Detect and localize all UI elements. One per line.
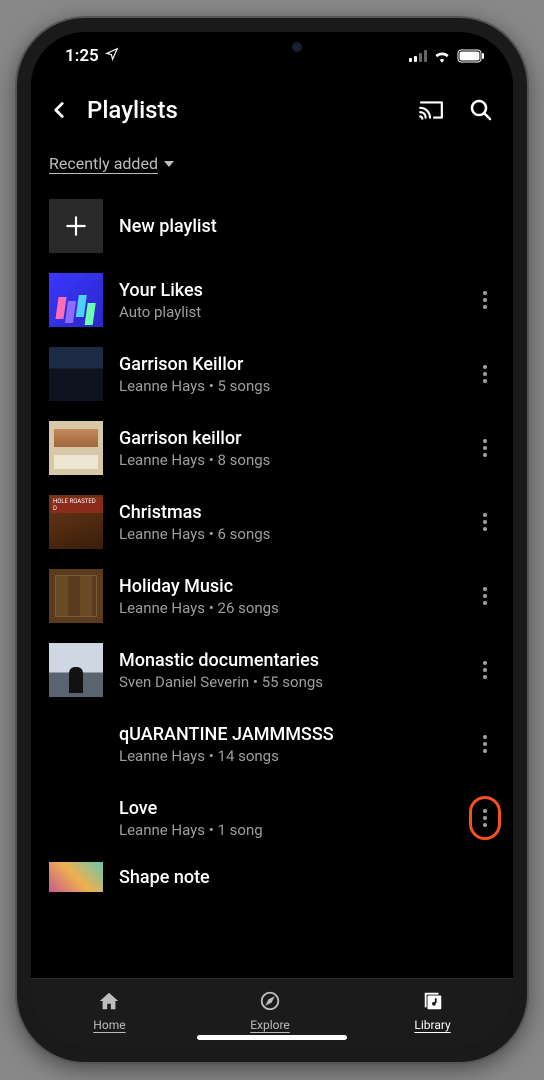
sort-label: Recently added <box>49 154 158 173</box>
nav-explore[interactable]: Explore <box>250 990 290 1032</box>
playlist-subtitle: Leanne Hays • 14 songs <box>119 747 453 765</box>
status-left: 1:25 <box>65 46 119 66</box>
nav-home[interactable]: Home <box>93 990 125 1032</box>
playlist-row[interactable]: Garrison keillor Leanne Hays • 8 songs <box>31 411 513 485</box>
app-header: Playlists <box>31 80 513 140</box>
more-options-button[interactable] <box>469 426 501 470</box>
playlist-subtitle: Leanne Hays • 8 songs <box>119 451 453 469</box>
notch <box>167 32 377 62</box>
new-playlist-row[interactable]: New playlist <box>31 189 513 263</box>
playlist-row[interactable]: qUARANTINE JAMMMSSS Leanne Hays • 14 son… <box>31 707 513 781</box>
back-button[interactable] <box>41 92 77 128</box>
cast-button[interactable] <box>417 96 445 124</box>
playlist-subtitle: Leanne Hays • 6 songs <box>119 525 453 543</box>
playlist-title: Monastic documentaries <box>119 650 453 671</box>
playlist-list[interactable]: New playlist Your Likes Auto playlist Ga… <box>31 181 513 978</box>
playlist-thumbnail <box>49 717 103 771</box>
more-options-button[interactable] <box>469 796 501 840</box>
page-title: Playlists <box>87 96 407 124</box>
nav-library-label: Library <box>414 1018 450 1032</box>
search-button[interactable] <box>467 96 495 124</box>
more-options-button[interactable] <box>469 574 501 618</box>
library-icon <box>422 990 444 1015</box>
playlist-thumbnail <box>49 495 103 549</box>
playlist-row[interactable]: Shape note <box>31 855 513 895</box>
playlist-row[interactable]: Garrison Keillor Leanne Hays • 5 songs <box>31 337 513 411</box>
playlist-thumbnail <box>49 643 103 697</box>
playlist-title: Christmas <box>119 502 453 523</box>
sort-dropdown[interactable]: Recently added <box>49 154 174 173</box>
more-options-button[interactable] <box>469 352 501 396</box>
playlist-thumbnail <box>49 421 103 475</box>
playlist-row[interactable]: Christmas Leanne Hays • 6 songs <box>31 485 513 559</box>
playlist-row[interactable]: Your Likes Auto playlist <box>31 263 513 337</box>
playlist-title: Garrison Keillor <box>119 354 453 375</box>
tutorial-highlight <box>469 796 501 840</box>
playlist-thumbnail <box>49 791 103 845</box>
playlist-row[interactable]: Monastic documentaries Sven Daniel Sever… <box>31 633 513 707</box>
playlist-thumbnail <box>49 569 103 623</box>
wifi-icon <box>433 49 451 63</box>
chevron-down-icon <box>164 154 174 173</box>
more-options-button[interactable] <box>469 648 501 692</box>
new-playlist-label: New playlist <box>119 216 501 237</box>
plus-icon <box>49 199 103 253</box>
screen: 1:25 Playlists <box>31 32 513 1048</box>
playlist-title: Shape note <box>119 867 501 888</box>
status-right <box>409 49 485 63</box>
home-icon <box>98 990 120 1015</box>
location-icon <box>105 46 119 66</box>
cellular-signal-icon <box>409 50 427 62</box>
playlist-thumbnail <box>49 273 103 327</box>
playlist-row[interactable]: Love Leanne Hays • 1 song <box>31 781 513 855</box>
playlist-subtitle: Leanne Hays • 26 songs <box>119 599 453 617</box>
home-indicator[interactable] <box>197 1035 347 1040</box>
playlist-title: Holiday Music <box>119 576 453 597</box>
playlist-title: Love <box>119 798 453 819</box>
playlist-subtitle: Leanne Hays • 1 song <box>119 821 453 839</box>
sort-row: Recently added <box>31 140 513 181</box>
status-time: 1:25 <box>65 46 99 66</box>
playlist-subtitle: Auto playlist <box>119 303 453 321</box>
playlist-row[interactable]: Holiday Music Leanne Hays • 26 songs <box>31 559 513 633</box>
battery-icon <box>457 49 485 63</box>
phone-frame: 1:25 Playlists <box>17 18 527 1062</box>
playlist-thumbnail <box>49 347 103 401</box>
playlist-thumbnail <box>49 862 103 892</box>
more-options-button[interactable] <box>469 500 501 544</box>
nav-library[interactable]: Library <box>414 990 450 1032</box>
compass-icon <box>259 990 281 1015</box>
nav-home-label: Home <box>93 1018 125 1032</box>
nav-explore-label: Explore <box>250 1018 290 1032</box>
playlist-title: qUARANTINE JAMMMSSS <box>119 724 453 745</box>
more-options-button[interactable] <box>469 278 501 322</box>
playlist-subtitle: Leanne Hays • 5 songs <box>119 377 453 395</box>
header-actions <box>417 96 495 124</box>
playlist-title: Garrison keillor <box>119 428 453 449</box>
playlist-title: Your Likes <box>119 280 453 301</box>
playlist-subtitle: Sven Daniel Severin • 55 songs <box>119 673 453 691</box>
more-options-button[interactable] <box>469 722 501 766</box>
